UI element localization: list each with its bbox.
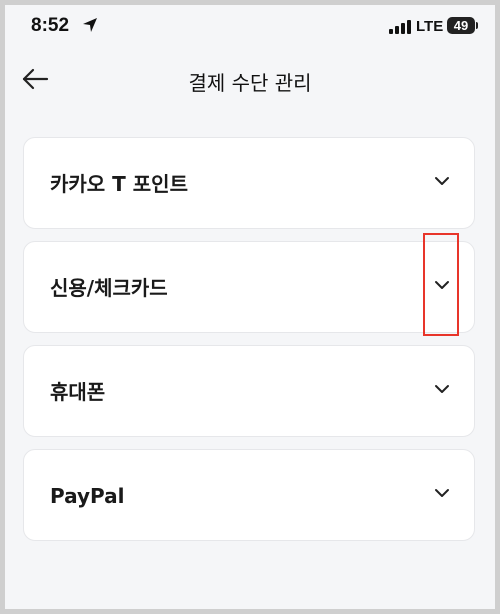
network-type: LTE [416, 18, 444, 35]
status-bar: 8:52 LTE 49 [5, 5, 495, 49]
header: 결제 수단 관리 [5, 49, 495, 109]
highlight-box [423, 233, 459, 336]
payment-method-credit-check-card[interactable]: 신용/체크카드 [23, 241, 475, 333]
location-arrow-icon [83, 18, 97, 32]
payment-method-label: 신용/체크카드 [50, 276, 168, 300]
page-title: 결제 수단 관리 [188, 71, 312, 95]
payment-method-paypal[interactable]: PayPal [23, 449, 475, 541]
status-time: 8:52 [31, 15, 70, 36]
chevron-down-icon [435, 489, 449, 497]
battery-icon: 49 [447, 17, 475, 34]
chevron-down-icon [435, 177, 449, 185]
battery-cap [476, 22, 478, 29]
payment-method-kakao-t-point[interactable]: 카카오 T 포인트 [23, 137, 475, 229]
chevron-down-icon [435, 385, 449, 393]
payment-method-mobile-phone[interactable]: 휴대폰 [23, 345, 475, 437]
payment-method-label: PayPal [50, 484, 125, 508]
payment-method-label: 휴대폰 [50, 380, 106, 404]
cellular-signal-icon [389, 20, 411, 34]
payment-method-label: 카카오 T 포인트 [50, 172, 188, 196]
app-screen: 8:52 LTE 49 결제 수단 관리 카카오 T 포인트 신용/체크카드 휴… [5, 5, 495, 609]
